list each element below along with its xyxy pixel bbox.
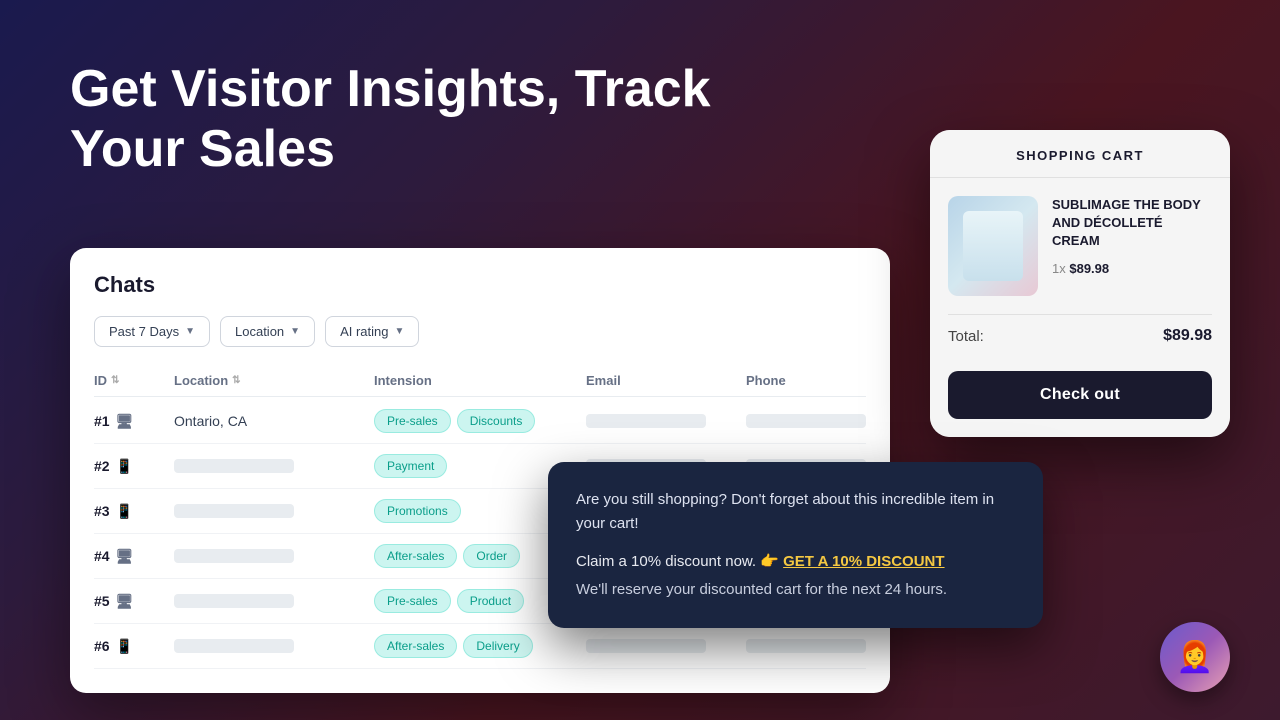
shopping-cart-panel: SHOPPING CART SUBLIMAGE THE BODY AND DÉC…: [930, 130, 1230, 437]
row-location: Ontario, CA: [174, 413, 374, 429]
tag-pre-sales: Pre-sales: [374, 409, 451, 433]
desktop-icon: 🖥: [116, 413, 134, 430]
tag-product: Product: [457, 589, 524, 613]
tag-after-sales: After-sales: [374, 634, 457, 658]
row-id: #1 🖥: [94, 413, 174, 430]
location-blurred: [174, 549, 294, 563]
col-intension: Intension: [374, 373, 586, 388]
mobile-icon: 📱: [116, 638, 133, 655]
col-phone: Phone: [746, 373, 866, 388]
tag-after-sales: After-sales: [374, 544, 457, 568]
cart-total-label: Total:: [948, 328, 984, 345]
hero-title-line1: Get Visitor Insights, Track: [70, 60, 711, 118]
cart-item-qty: 1x: [1052, 261, 1066, 276]
cart-item-qty-price: 1x $89.98: [1052, 261, 1212, 276]
tag-order: Order: [463, 544, 520, 568]
avatar-icon: 👩‍🦰: [1160, 622, 1230, 692]
table-row[interactable]: #1 🖥 Ontario, CA Pre-sales Discounts: [94, 399, 866, 444]
location-blurred: [174, 594, 294, 608]
email-blurred: [586, 414, 706, 428]
popup-main-text: Are you still shopping? Don't forget abo…: [576, 488, 1015, 536]
row-id: #2 📱: [94, 458, 174, 475]
tag-payment: Payment: [374, 454, 447, 478]
checkout-button[interactable]: Check out: [948, 371, 1212, 419]
row-id: #5 🖥: [94, 593, 174, 610]
sort-icon: ⇅: [111, 375, 119, 386]
location-blurred: [174, 639, 294, 653]
tag-promotions: Promotions: [374, 499, 461, 523]
sort-icon: ⇅: [232, 375, 240, 386]
filter-ai-rating-button[interactable]: AI rating ▼: [325, 316, 419, 347]
product-image-inner: [963, 211, 1023, 281]
row-tags: After-sales Delivery: [374, 634, 586, 658]
row-tags: Pre-sales Discounts: [374, 409, 586, 433]
tag-delivery: Delivery: [463, 634, 532, 658]
cart-item-price: $89.98: [1069, 261, 1109, 276]
popup-claim-text: Claim a 10% discount now. 👉: [576, 553, 779, 570]
cart-item-details: SUBLIMAGE THE BODY AND DÉCOLLETÉ CREAM 1…: [1052, 196, 1212, 296]
row-id: #3 📱: [94, 503, 174, 520]
table-row[interactable]: #6 📱 After-sales Delivery: [94, 624, 866, 669]
filter-ai-rating-label: AI rating: [340, 324, 388, 339]
chevron-down-icon: ▼: [290, 326, 300, 337]
cart-item-name: SUBLIMAGE THE BODY AND DÉCOLLETÉ CREAM: [1052, 196, 1212, 251]
col-id: ID ⇅: [94, 373, 174, 388]
cart-body: SUBLIMAGE THE BODY AND DÉCOLLETÉ CREAM 1…: [930, 178, 1230, 437]
discount-link[interactable]: GET A 10% DISCOUNT: [783, 553, 944, 570]
filter-location-button[interactable]: Location ▼: [220, 316, 315, 347]
phone-blurred: [746, 639, 866, 653]
cart-total-amount: $89.98: [1163, 327, 1212, 345]
hero-title: Get Visitor Insights, Track Your Sales: [70, 60, 711, 180]
tag-discounts: Discounts: [457, 409, 536, 433]
col-location: Location ⇅: [174, 373, 374, 388]
tag-pre-sales: Pre-sales: [374, 589, 451, 613]
chevron-down-icon: ▼: [394, 326, 404, 337]
chats-panel-title: Chats: [94, 272, 866, 298]
cart-header: SHOPPING CART: [930, 130, 1230, 178]
location-blurred: [174, 504, 294, 518]
hero-title-line2: Your Sales: [70, 120, 335, 178]
popup-reserve-text: We'll reserve your discounted cart for t…: [576, 578, 1015, 602]
cart-total: Total: $89.98: [948, 314, 1212, 357]
row-id: #4 🖥: [94, 548, 174, 565]
mobile-icon: 📱: [116, 458, 133, 475]
cart-item-image: [948, 196, 1038, 296]
filter-location-label: Location: [235, 324, 284, 339]
col-email: Email: [586, 373, 746, 388]
cart-item: SUBLIMAGE THE BODY AND DÉCOLLETÉ CREAM 1…: [948, 196, 1212, 296]
location-blurred: [174, 459, 294, 473]
filter-time-label: Past 7 Days: [109, 324, 179, 339]
phone-blurred: [746, 414, 866, 428]
avatar-bubble[interactable]: 👩‍🦰: [1160, 622, 1230, 692]
row-id: #6 📱: [94, 638, 174, 655]
filter-time-button[interactable]: Past 7 Days ▼: [94, 316, 210, 347]
desktop-icon: 🖥: [116, 593, 134, 610]
table-header: ID ⇅ Location ⇅ Intension Email Phone: [94, 365, 866, 397]
email-blurred: [586, 639, 706, 653]
filters-bar: Past 7 Days ▼ Location ▼ AI rating ▼: [94, 316, 866, 347]
desktop-icon: 🖥: [116, 548, 134, 565]
popup-discount-line: Claim a 10% discount now. 👉 GET A 10% DI…: [576, 550, 1015, 574]
chevron-down-icon: ▼: [185, 326, 195, 337]
mobile-icon: 📱: [116, 503, 133, 520]
popup-message: Are you still shopping? Don't forget abo…: [548, 462, 1043, 628]
